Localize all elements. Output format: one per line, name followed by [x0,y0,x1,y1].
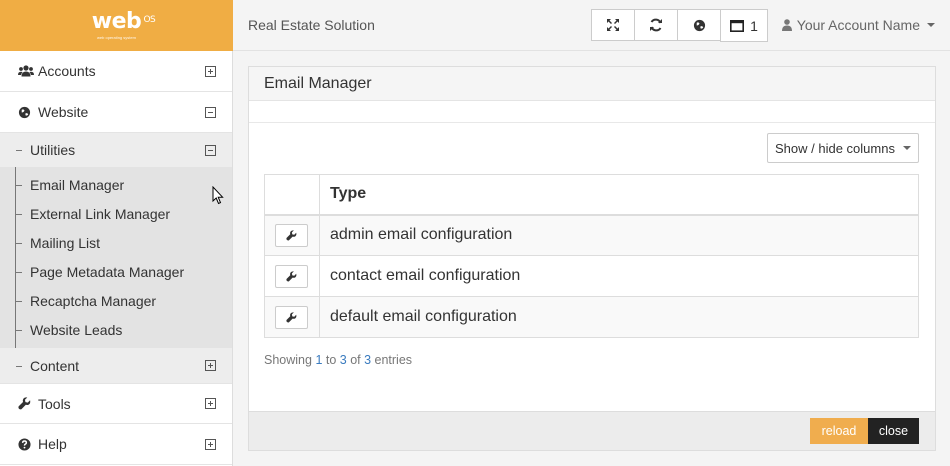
logo[interactable]: web OS web operating system [0,0,233,51]
window-icon [730,19,745,32]
show-hide-columns-button[interactable]: Show / hide columns [767,133,919,163]
refresh-button[interactable] [634,9,678,41]
refresh-icon [650,18,662,32]
collapse-icon[interactable] [205,106,216,118]
table-cell-type: contact email configuration [319,255,919,297]
table-row[interactable]: contact email configuration [264,255,919,297]
sidebar-item-help[interactable]: Help [0,424,232,465]
panel-footer: reload close [249,411,935,450]
divider [249,122,935,123]
mouse-cursor-icon [212,186,224,205]
sidebar-item-mailing-list[interactable]: Mailing List [0,228,232,257]
email-manager-panel: Email Manager Show / hide columns Type a… [248,66,936,451]
wrench-icon [286,270,297,281]
total-count: 3 [364,353,372,367]
globe-button[interactable] [677,9,721,41]
sidebar-item-label: Accounts [38,63,96,79]
window-count: 1 [750,17,758,34]
sidebar-item-website[interactable]: Website [0,92,232,133]
sidebar-item-recaptcha-manager[interactable]: Recaptcha Manager [0,286,232,315]
edit-button[interactable] [275,305,308,329]
expand-icon[interactable] [205,360,216,371]
wrench-icon [18,397,31,410]
utilities-list: Email Manager External Link Manager Mail… [0,167,232,348]
sidebar-item-tools[interactable]: Tools [0,383,232,424]
sidebar-item-page-metadata-manager[interactable]: Page Metadata Manager [0,257,232,286]
globe-icon [693,19,705,31]
sidebar-item-label: Content [30,357,80,374]
range-to: 3 [339,353,347,367]
sidebar: Accounts Website Utilities Email Manager… [0,51,233,466]
sidebar-item-label: Utilities [30,142,76,158]
sidebar-item-label: Mailing List [30,234,101,251]
account-menu[interactable]: Your Account Name [781,17,935,33]
sidebar-item-website-leads[interactable]: Website Leads [0,315,232,344]
sidebar-item-label: Recaptcha Manager [30,292,157,309]
chevron-down-icon [902,146,911,150]
question-icon [18,437,31,451]
panel-title: Email Manager [249,67,935,101]
sidebar-item-content[interactable]: Content [0,348,232,383]
sidebar-item-label: Website [38,104,89,120]
table-header-actions [264,174,320,216]
fullscreen-button[interactable] [591,9,635,41]
windows-button[interactable]: 1 [720,9,768,42]
globe-icon [18,106,31,118]
account-name: Your Account Name [796,17,920,33]
sidebar-item-label: External Link Manager [30,205,171,222]
sidebar-item-external-link-manager[interactable]: External Link Manager [0,199,232,228]
table-info: Showing 1 to 3 of 3 entries [264,353,413,367]
sidebar-item-label: Tools [38,395,71,412]
expand-icon [607,19,619,31]
top-bar: Real Estate Solution 1 Your Account Name [233,0,950,51]
logo-sup: OS [143,15,156,25]
sidebar-item-utilities[interactable]: Utilities [0,133,232,167]
edit-button[interactable] [275,223,308,247]
expand-icon[interactable] [205,398,216,409]
collapse-icon[interactable] [205,144,216,156]
close-button[interactable]: close [868,418,919,444]
email-config-table: Type admin email configuration contact e… [264,174,919,338]
logo-tagline: web operating system [97,35,136,40]
table-cell-type: admin email configuration [319,214,919,256]
table-header-type[interactable]: Type [319,174,919,216]
users-icon [18,65,34,77]
show-hide-columns-label: Show / hide columns [775,140,895,156]
reload-button[interactable]: reload [810,418,868,444]
edit-button[interactable] [275,264,308,288]
wrench-icon [286,230,297,241]
table-row[interactable]: admin email configuration [264,214,919,256]
website-subtree: Utilities Email Manager External Link Ma… [0,133,232,383]
sidebar-item-email-manager[interactable]: Email Manager [0,170,232,199]
table-row[interactable]: default email configuration [264,296,919,338]
expand-icon[interactable] [205,438,216,450]
wrench-icon [286,311,297,322]
chevron-down-icon [927,23,935,27]
table-header-row: Type [264,174,919,216]
app-title: Real Estate Solution [248,17,375,33]
table-cell-type: default email configuration [319,296,919,338]
sidebar-item-accounts[interactable]: Accounts [0,51,232,92]
expand-icon[interactable] [205,65,216,77]
logo-text: web [91,9,142,34]
user-icon [781,19,792,31]
sidebar-item-label: Help [38,436,67,452]
sidebar-item-label: Page Metadata Manager [30,263,185,280]
